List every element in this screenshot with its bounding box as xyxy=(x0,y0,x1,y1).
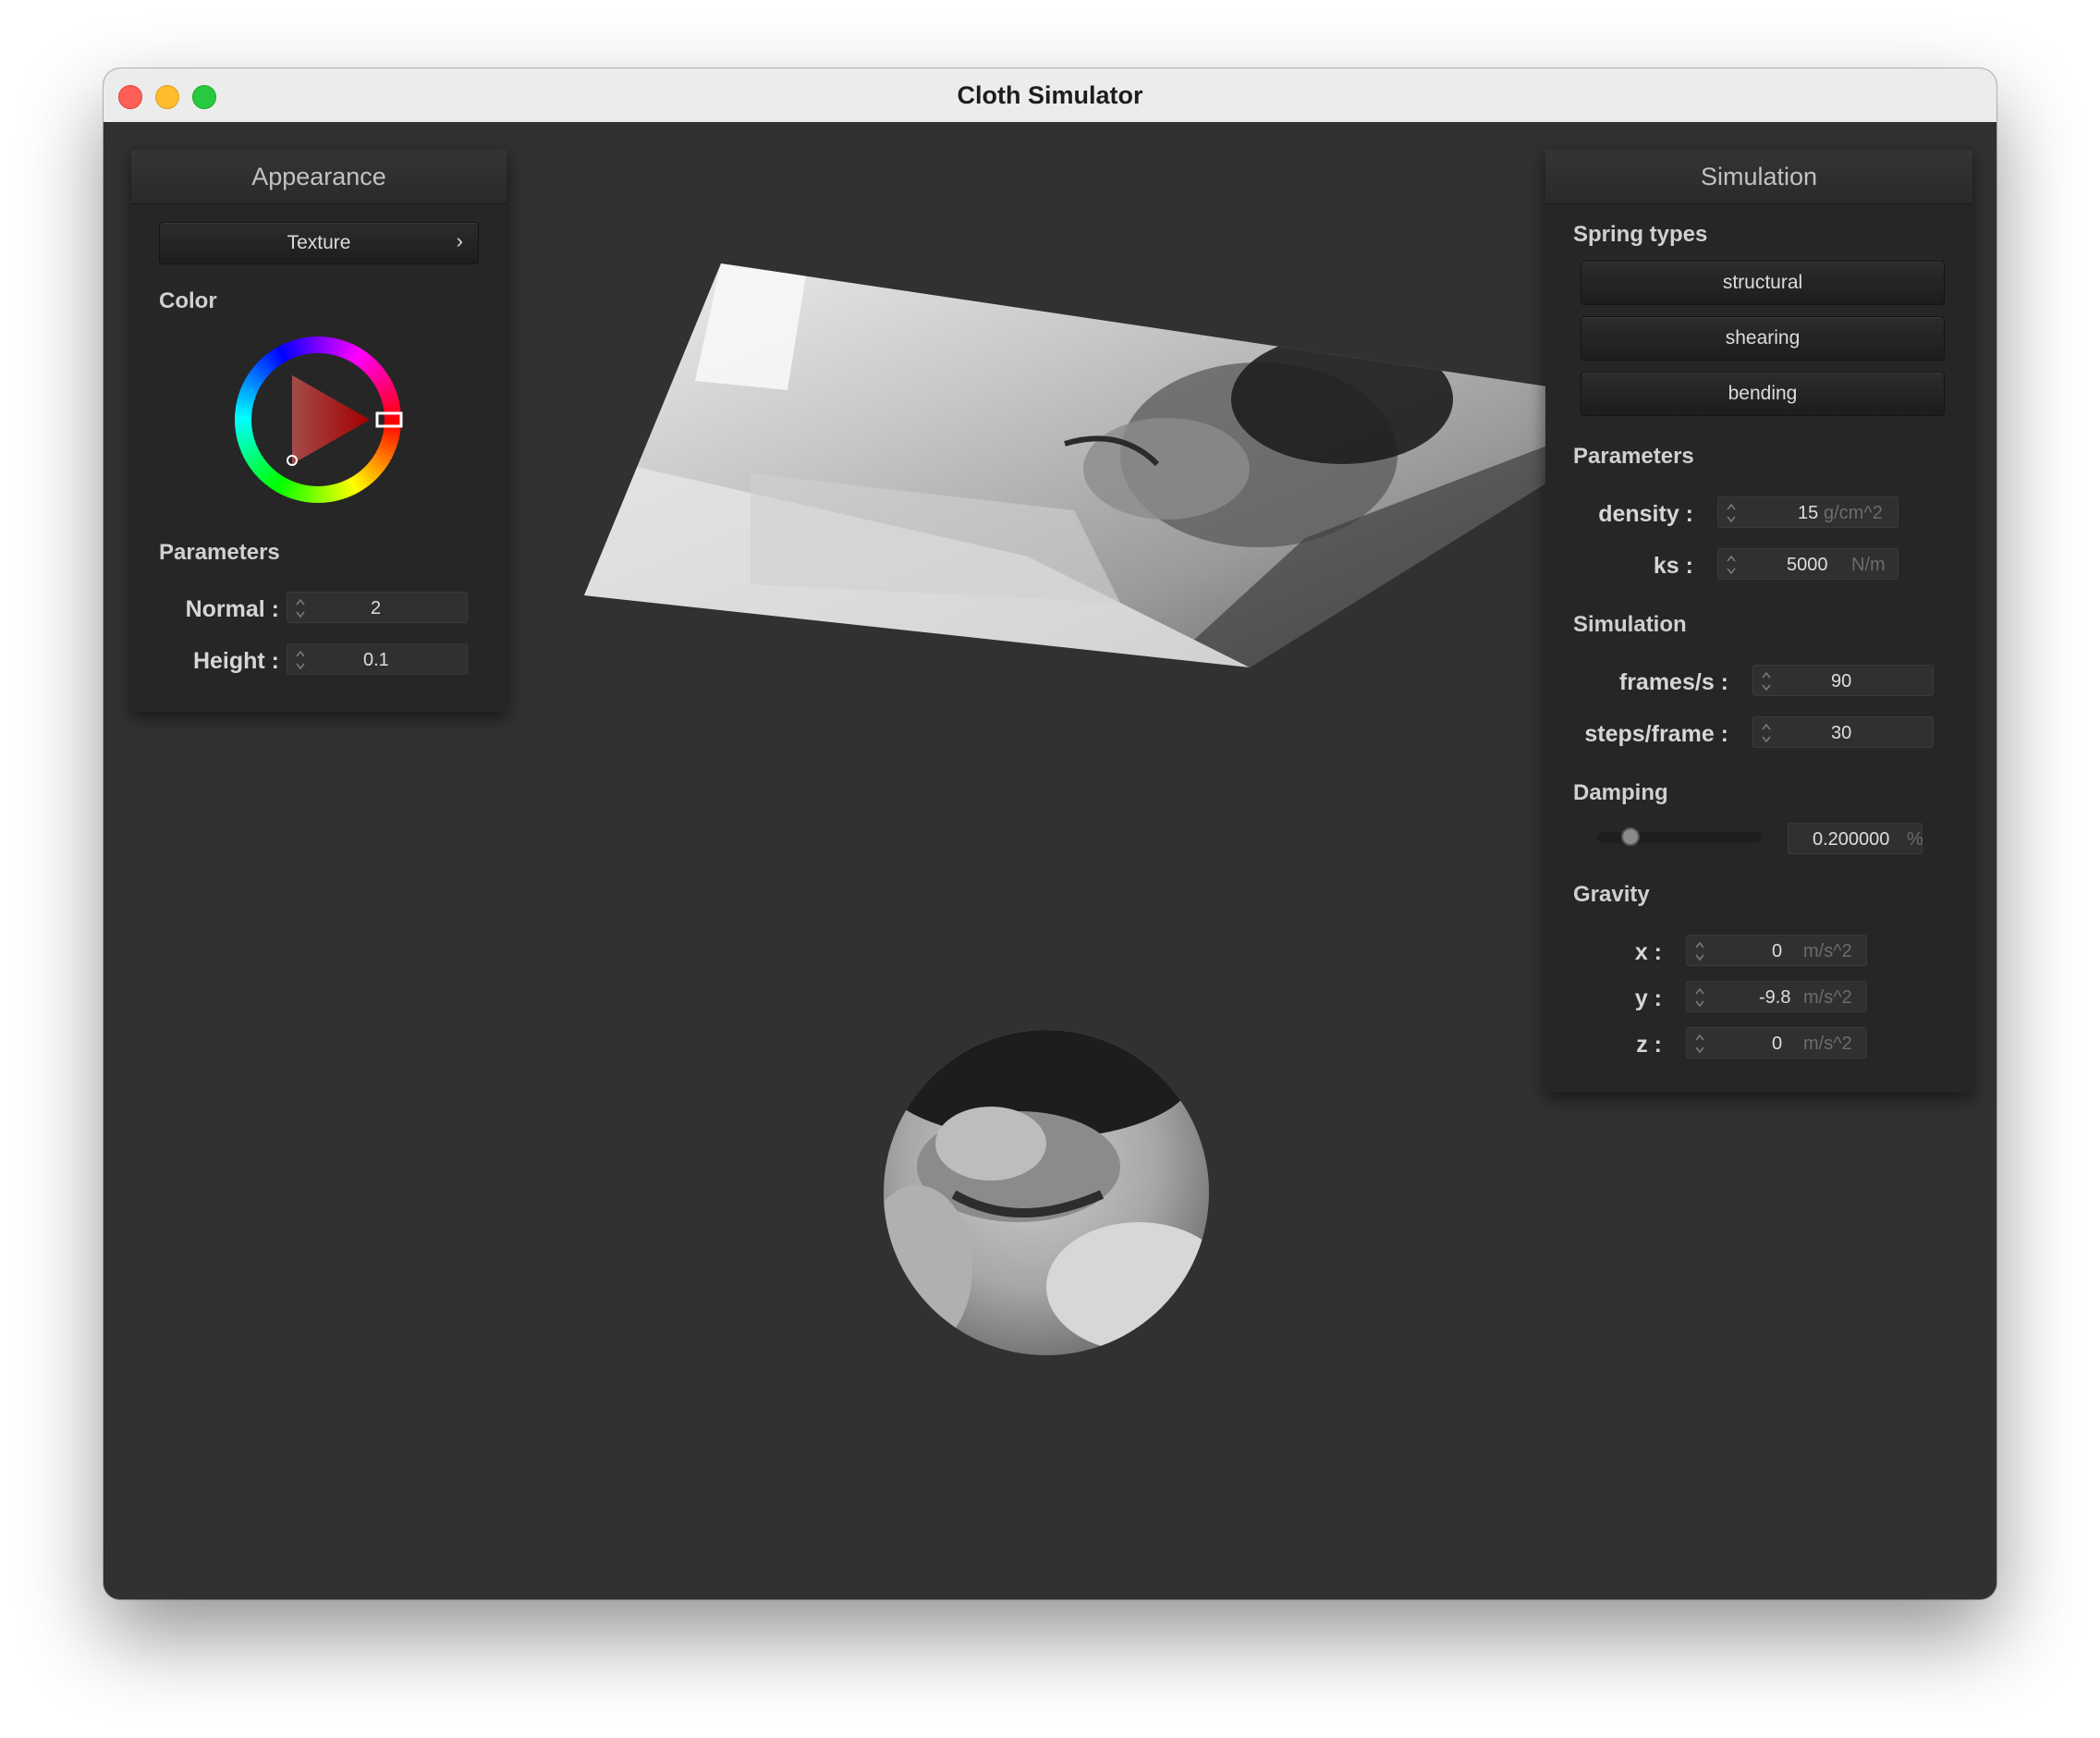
title-bar: Cloth Simulator xyxy=(104,68,1996,123)
damping-slider-knob[interactable] xyxy=(1620,827,1640,846)
chevron-right-icon: › xyxy=(456,229,463,252)
appearance-parameters-label: Parameters xyxy=(159,540,280,565)
gravity-x-input[interactable]: 0 m/s^2 xyxy=(1686,935,1867,966)
texture-button-label: Texture xyxy=(287,232,351,253)
window-title: Cloth Simulator xyxy=(957,81,1143,109)
stepper-icon[interactable] xyxy=(1726,551,1737,579)
shearing-label: shearing xyxy=(1725,327,1801,349)
bending-spring-button[interactable]: bending xyxy=(1581,372,1945,416)
shearing-spring-button[interactable]: shearing xyxy=(1581,316,1945,361)
sphere-mesh xyxy=(884,1030,1209,1355)
fps-input[interactable]: 90 xyxy=(1752,665,1934,696)
gravity-y-unit: m/s^2 xyxy=(1803,987,1852,1008)
gravity-z-label: z : xyxy=(1636,1032,1662,1058)
fps-value: 90 xyxy=(1831,671,1852,692)
stepper-icon[interactable] xyxy=(1726,499,1737,527)
normal-value: 2 xyxy=(371,598,382,618)
damping-input[interactable]: 0.200000 % xyxy=(1788,823,1923,854)
sim-parameters-label: Parameters xyxy=(1573,444,1694,469)
spring-types-label: Spring types xyxy=(1573,222,1708,247)
density-value: 15 xyxy=(1798,503,1819,523)
structural-label: structural xyxy=(1722,272,1803,293)
damping-unit: % xyxy=(1907,829,1923,850)
simulation-viewport[interactable]: Appearance Texture › Color Parameters No… xyxy=(104,122,1996,1599)
gravity-x-value: 0 xyxy=(1772,941,1783,961)
stepper-icon[interactable] xyxy=(1694,1030,1705,1058)
gravity-z-input[interactable]: 0 m/s^2 xyxy=(1686,1027,1867,1059)
density-input[interactable]: 15 g/cm^2 xyxy=(1717,496,1899,528)
density-label: density : xyxy=(1598,501,1693,527)
steps-input[interactable]: 30 xyxy=(1752,716,1934,748)
steps-value: 30 xyxy=(1831,723,1852,743)
damping-label: Damping xyxy=(1573,780,1668,805)
gravity-y-label: y : xyxy=(1634,985,1662,1011)
ks-value: 5000 xyxy=(1787,555,1828,575)
structural-spring-button[interactable]: structural xyxy=(1581,261,1945,305)
app-window: Cloth Simulator Appearance Texture › Col… xyxy=(104,68,1996,1599)
appearance-panel-title: Appearance xyxy=(131,150,507,204)
hue-segment[interactable] xyxy=(384,415,401,422)
ks-input[interactable]: 5000 N/m xyxy=(1717,548,1899,580)
damping-value: 0.200000 xyxy=(1813,829,1890,850)
normal-label: Normal : xyxy=(185,596,279,622)
ks-unit: N/m xyxy=(1851,555,1886,575)
steps-label: steps/frame : xyxy=(1584,721,1728,747)
gravity-y-value: -9.8 xyxy=(1759,987,1791,1008)
color-wheel[interactable] xyxy=(233,335,403,505)
stepper-icon[interactable] xyxy=(1761,719,1772,747)
stepper-icon[interactable] xyxy=(295,646,306,674)
stepper-icon[interactable] xyxy=(1694,937,1705,965)
stepper-icon[interactable] xyxy=(295,594,306,622)
gravity-x-unit: m/s^2 xyxy=(1803,941,1852,961)
simulation-section-label: Simulation xyxy=(1573,612,1687,637)
gravity-label: Gravity xyxy=(1573,882,1650,907)
normal-input[interactable]: 2 xyxy=(287,592,468,623)
texture-button[interactable]: Texture › xyxy=(159,222,479,264)
damping-slider[interactable] xyxy=(1597,827,1762,846)
simulation-panel-title: Simulation xyxy=(1545,150,1972,204)
bending-label: bending xyxy=(1728,383,1798,404)
color-section-label: Color xyxy=(159,288,217,313)
height-label: Height : xyxy=(192,648,279,674)
gravity-x-label: x : xyxy=(1634,939,1662,965)
ks-label: ks : xyxy=(1653,553,1693,579)
stepper-icon[interactable] xyxy=(1761,667,1772,695)
saturation-value-triangle[interactable] xyxy=(292,375,370,464)
height-input[interactable]: 0.1 xyxy=(287,643,468,675)
gravity-y-input[interactable]: -9.8 m/s^2 xyxy=(1686,981,1867,1012)
gravity-z-unit: m/s^2 xyxy=(1803,1034,1852,1054)
density-unit: g/cm^2 xyxy=(1824,503,1883,523)
appearance-panel: Appearance Texture › Color Parameters No… xyxy=(131,150,507,712)
height-value: 0.1 xyxy=(363,650,389,670)
stepper-icon[interactable] xyxy=(1694,984,1705,1011)
simulation-panel: Simulation Spring types structural shear… xyxy=(1545,150,1972,1093)
gravity-z-value: 0 xyxy=(1772,1034,1783,1054)
fps-label: frames/s : xyxy=(1618,669,1728,695)
